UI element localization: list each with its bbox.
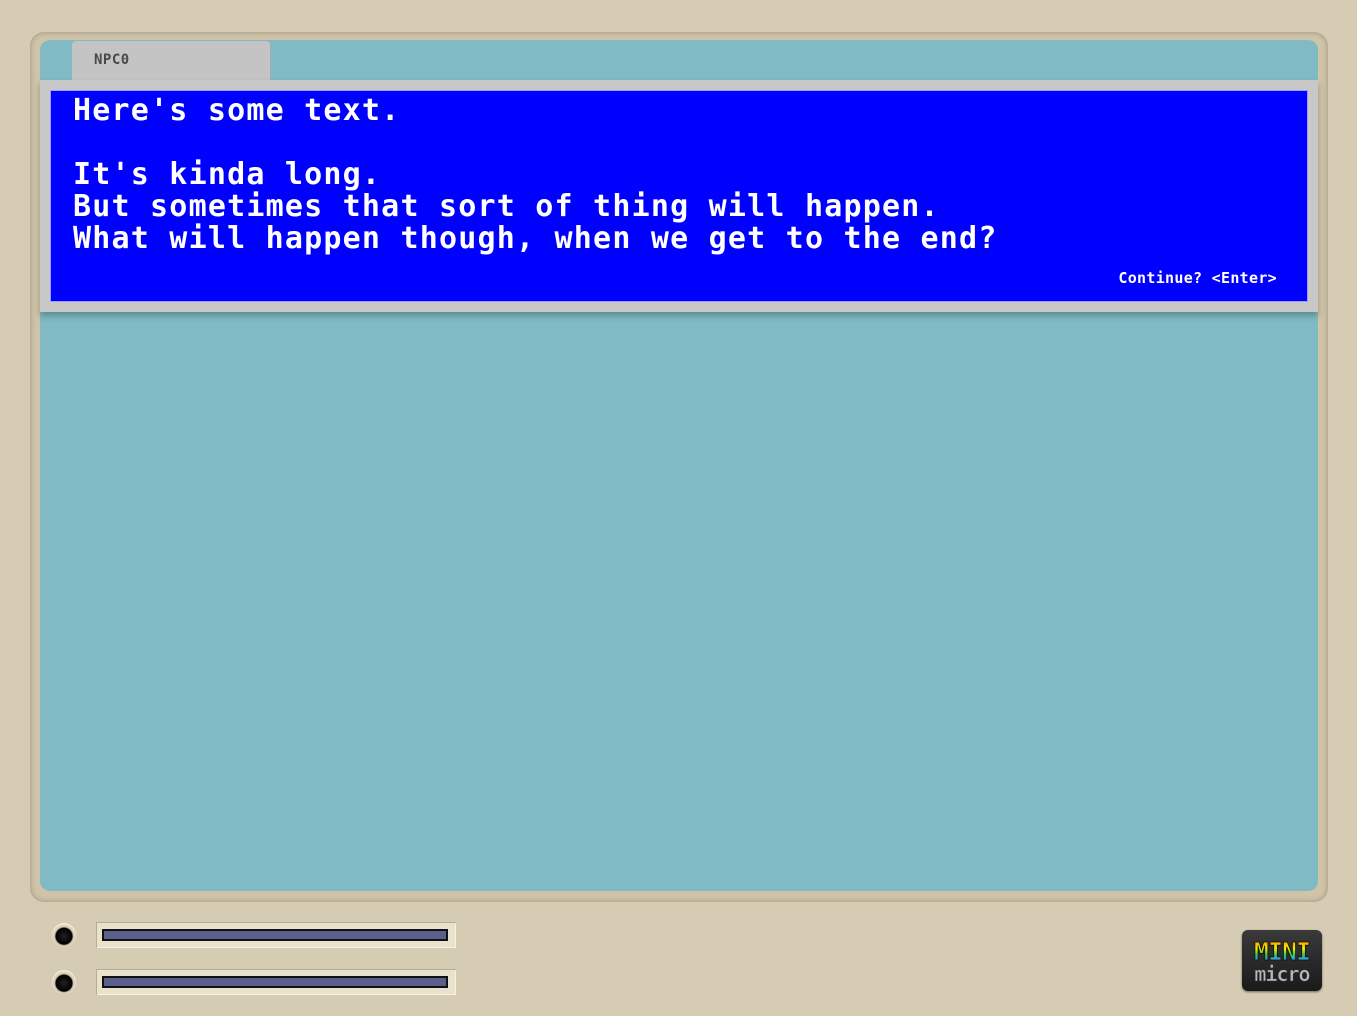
led-light-icon <box>52 970 76 994</box>
tab-label: NPC0 <box>94 52 130 68</box>
disk-slot-icon <box>102 929 448 941</box>
mini-micro-logo-icon: MINI micro <box>1242 930 1322 991</box>
disk-slot-icon <box>102 976 448 988</box>
indicator-row-1 <box>50 921 470 951</box>
dialog-panel: Here's some text. It's kinda long. But s… <box>40 80 1318 312</box>
dialog-line: What will happen though, when we get to … <box>73 221 998 256</box>
window-tab[interactable]: NPC0 <box>72 41 270 81</box>
disk-slot[interactable] <box>96 922 456 948</box>
computer-bezel: NPC0 Here's some text. It's kinda long. … <box>0 0 1357 1016</box>
dialog-line: It's kinda long. <box>73 157 382 192</box>
indicator-row-2 <box>50 968 470 998</box>
dialog-line <box>73 127 998 159</box>
dialog-line: But sometimes that sort of thing will ha… <box>73 189 940 224</box>
led-light-icon <box>52 923 76 947</box>
logo-graphic: MINI micro <box>1253 937 1311 987</box>
dialog-text: Here's some text. It's kinda long. But s… <box>73 95 998 255</box>
dialog-box[interactable]: Here's some text. It's kinda long. But s… <box>50 90 1308 302</box>
continue-prompt[interactable]: Continue? <Enter> <box>1118 269 1277 287</box>
dialog-line: Here's some text. <box>73 93 401 128</box>
disk-slot[interactable] <box>96 969 456 995</box>
logo-text-bottom: micro <box>1254 962 1310 986</box>
